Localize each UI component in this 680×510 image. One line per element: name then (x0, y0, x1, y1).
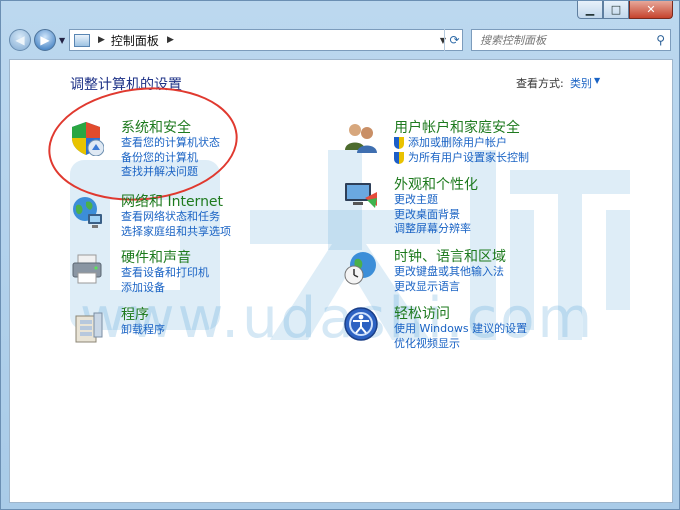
link-change-theme[interactable]: 更改主题 (394, 193, 478, 208)
link-uninstall-program[interactable]: 卸载程序 (121, 323, 165, 338)
page-heading: 调整计算机的设置 (70, 77, 182, 93)
category-system-security: 系统和安全 查看您的计算机状态 备份您的计算机 查找并解决问题 (121, 120, 220, 180)
category-title[interactable]: 系统和安全 (121, 120, 220, 136)
category-title[interactable]: 轻松访问 (394, 306, 527, 322)
link-change-keyboard[interactable]: 更改键盘或其他输入法 (394, 265, 506, 280)
view-by-dropdown[interactable]: 类别 (570, 75, 592, 91)
link-add-device[interactable]: 添加设备 (121, 281, 209, 296)
minimize-button[interactable]: ▁ (577, 1, 603, 19)
recent-pages-dropdown[interactable]: ▼ (59, 36, 65, 45)
link-change-display-language[interactable]: 更改显示语言 (394, 280, 506, 295)
link-adjust-resolution[interactable]: 调整屏幕分辨率 (394, 222, 478, 237)
printer-icon (72, 254, 102, 284)
category-title[interactable]: 用户帐户和家庭安全 (394, 120, 529, 136)
ease-of-access-icon (344, 307, 378, 341)
programs-icon (75, 312, 103, 343)
search-box[interactable]: ⚲ (471, 29, 671, 51)
breadcrumb-separator-icon[interactable]: ▶ (98, 35, 105, 45)
category-hardware-sound: 硬件和声音 查看设备和打印机 添加设备 (121, 250, 209, 295)
users-icon (345, 124, 377, 153)
link-view-computer-status[interactable]: 查看您的计算机状态 (121, 136, 220, 151)
link-windows-recommended-settings[interactable]: 使用 Windows 建议的设置 (394, 322, 527, 337)
close-button[interactable]: ✕ (629, 1, 673, 19)
navigation-bar: ◀ ▶ ▼ ▶ 控制面板 ▶ ▼ ⟳ ⚲ (1, 23, 679, 57)
forward-arrow-icon: ▶ (40, 33, 50, 47)
title-bar: ▁ □ ✕ (1, 1, 679, 23)
link-parental-controls[interactable]: 为所有用户设置家长控制 (394, 151, 529, 166)
category-programs: 程序 卸载程序 (121, 307, 165, 338)
window-controls: ▁ □ ✕ (577, 1, 673, 19)
view-by-chevron-icon[interactable]: ▼ (594, 76, 600, 85)
category-clock-language-region: 时钟、语言和区域 更改键盘或其他输入法 更改显示语言 (394, 249, 506, 294)
refresh-icon: ⟳ (449, 33, 460, 47)
category-title[interactable]: 网络和 Internet (121, 194, 231, 210)
search-icon[interactable]: ⚲ (656, 33, 665, 47)
forward-button[interactable]: ▶ (34, 29, 56, 51)
category-ease-of-access: 轻松访问 使用 Windows 建议的设置 优化视频显示 (394, 306, 527, 351)
link-backup-computer[interactable]: 备份您的计算机 (121, 151, 220, 166)
network-globe-icon (73, 197, 102, 228)
shield-icon (72, 122, 104, 156)
link-change-desktop-background[interactable]: 更改桌面背景 (394, 208, 478, 223)
address-bar[interactable]: ▶ 控制面板 ▶ ▼ (69, 29, 463, 51)
content-area: www.udashi.com 调整计算机的设置 查看方式: 类别 ▼ 系统和安全… (9, 59, 673, 503)
link-view-network-status[interactable]: 查看网络状态和任务 (121, 210, 231, 225)
category-title[interactable]: 时钟、语言和区域 (394, 249, 506, 265)
view-by-label: 查看方式: (516, 77, 564, 90)
link-devices-printers[interactable]: 查看设备和打印机 (121, 266, 209, 281)
category-title[interactable]: 硬件和声音 (121, 250, 209, 266)
link-add-remove-accounts[interactable]: 添加或删除用户帐户 (394, 136, 529, 151)
back-arrow-icon: ◀ (15, 33, 25, 47)
search-input[interactable] (478, 32, 652, 48)
category-title[interactable]: 外观和个性化 (394, 177, 478, 193)
monitor-icon (345, 183, 377, 208)
link-troubleshoot[interactable]: 查找并解决问题 (121, 165, 220, 180)
category-title[interactable]: 程序 (121, 307, 165, 323)
back-button[interactable]: ◀ (9, 29, 31, 51)
control-panel-icon (74, 33, 90, 47)
breadcrumb-chevron-icon[interactable]: ▶ (167, 35, 174, 45)
maximize-button[interactable]: □ (603, 1, 629, 19)
category-network-internet: 网络和 Internet 查看网络状态和任务 选择家庭组和共享选项 (121, 194, 231, 239)
category-user-accounts: 用户帐户和家庭安全 添加或删除用户帐户 为所有用户设置家长控制 (394, 120, 529, 165)
link-homegroup-sharing[interactable]: 选择家庭组和共享选项 (121, 225, 231, 240)
breadcrumb-control-panel[interactable]: 控制面板 (111, 32, 159, 49)
link-optimize-visual-display[interactable]: 优化视频显示 (394, 337, 527, 352)
refresh-button[interactable]: ⟳ (444, 29, 464, 51)
control-panel-window: ▁ □ ✕ ◀ ▶ ▼ ▶ 控制面板 ▶ ▼ ⟳ ⚲ (0, 0, 680, 510)
category-appearance: 外观和个性化 更改主题 更改桌面背景 调整屏幕分辨率 (394, 177, 478, 237)
clock-globe-icon (344, 252, 376, 285)
